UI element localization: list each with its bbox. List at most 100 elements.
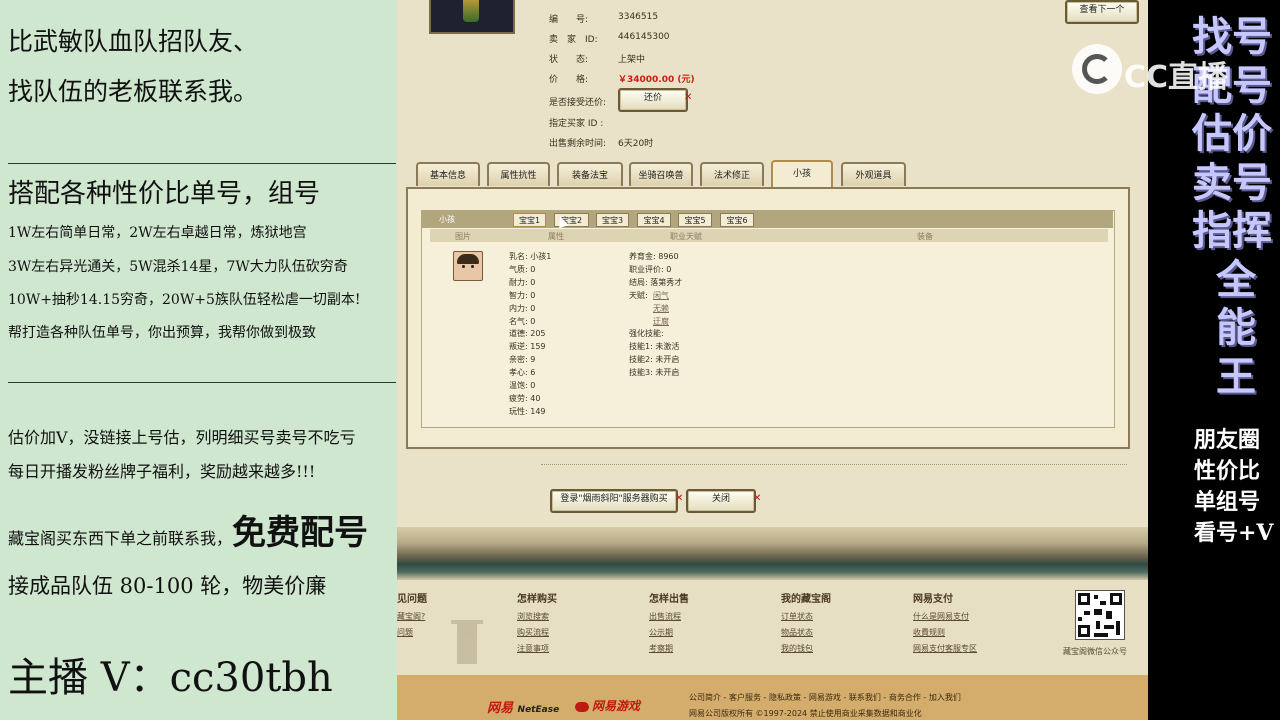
tab-child[interactable]: 小孩 (771, 160, 833, 188)
stat-row: 耐力: 0 (509, 277, 535, 288)
tab-spells[interactable]: 法术修正 (700, 162, 764, 186)
stat-value: 0 (530, 381, 536, 390)
stat-row: 名气: 0 (509, 316, 535, 327)
talent-link[interactable]: 迂腐 (653, 316, 669, 327)
field-label: 价 格: (549, 75, 589, 85)
footer-link[interactable]: 考察期 (649, 643, 673, 654)
stat-key: 孝心 (509, 368, 525, 378)
login-server-buy-button[interactable]: 登录"烟雨斜阳"服务器购买 (550, 489, 678, 513)
right-small-line: 看号+V (1194, 520, 1274, 546)
right-small-line: 朋友圈 (1194, 427, 1261, 453)
stat-key: 智力 (509, 290, 525, 300)
col-header: 职业天赋 (670, 232, 702, 241)
bargain-button[interactable]: 还价 (618, 88, 688, 112)
skill-value: 未开启 (655, 368, 680, 377)
promo-bullet: 10W+抽秒14.15穷奇，20W+5族队伍轻松虐一切副本! (8, 292, 361, 308)
col-header: 图片 (455, 232, 471, 241)
qr-caption: 藏宝阁微信公众号 (1063, 647, 1127, 656)
stat-row: 智力: 0 (509, 290, 535, 301)
promo-bullet: 帮打造各种队伍单号，你出预算，我帮你做到极致 (8, 325, 316, 341)
footer-link[interactable]: 出售流程 (649, 611, 681, 622)
talent-link[interactable]: 闲气 (653, 290, 669, 301)
stat-row: 养育金: 8960 (629, 252, 679, 261)
streamer-side-panel: 找号 配号 估价 卖号 指挥全能王 朋友圈 性价比 单组号 看号+V (1148, 0, 1280, 720)
field-label: 出售剩余时间: (549, 139, 607, 149)
stat-value: 0 (530, 316, 536, 326)
netease-games-logo: 网易游戏 (575, 697, 640, 714)
stat-key: 内力 (509, 303, 525, 313)
streamer-contact: 主播 V：cc30tbh (8, 655, 333, 701)
skill-row: 技能1: 未激活 (629, 342, 680, 351)
footer-link[interactable]: 购买流程 (517, 627, 549, 638)
stat-value: 落第秀才 (650, 278, 683, 287)
tab-equipment[interactable]: 装备法宝 (557, 162, 623, 186)
price-value: ￥34000.00 (元) (618, 75, 695, 85)
stat-value: 8960 (658, 252, 679, 261)
footer-link[interactable]: 问题 (397, 627, 413, 638)
footer-link[interactable]: 网易支付客服专区 (913, 643, 977, 654)
field-label: 是否接受还价: (549, 98, 607, 108)
promo-note: 接成品队伍 80-100 轮，物美价廉 (8, 574, 327, 598)
footer-link[interactable]: 注意事项 (517, 643, 549, 654)
footer-heading: 网易支付 (913, 594, 953, 605)
stat-key: 道德 (509, 329, 525, 339)
talent-link[interactable]: 无赖 (653, 303, 669, 314)
footer-link[interactable]: 收費规则 (913, 627, 945, 638)
footer-link[interactable]: 物品状态 (781, 627, 813, 638)
child-table-header: 图片 属性 职业天赋 装备 (430, 229, 1108, 242)
footer (397, 580, 1148, 675)
tab-basic[interactable]: 基本信息 (416, 162, 480, 186)
subtab-baby-4[interactable]: 宝宝4 (637, 213, 671, 227)
subtab-baby-6[interactable]: 宝宝6 (720, 213, 754, 227)
subtab-baby-1[interactable]: 宝宝1 (513, 213, 546, 227)
stat-row: 天赋: (629, 291, 648, 300)
qr-code (1075, 590, 1125, 640)
footer-link[interactable]: 浏览搜索 (517, 611, 549, 622)
close-button[interactable]: 关闭 (686, 489, 756, 513)
stat-key: 叛逆 (509, 342, 525, 352)
footer-link[interactable]: 订单状态 (781, 611, 813, 622)
divider (541, 464, 1127, 465)
skill-row: 技能2: 未开启 (629, 355, 680, 364)
field-value: 446145300 (618, 32, 670, 42)
footer-link[interactable]: 我的钱包 (781, 643, 813, 654)
stat-value: 159 (530, 342, 546, 352)
stat-row: 内力: 0 (509, 303, 535, 314)
tab-attributes[interactable]: 属性抗性 (487, 162, 550, 186)
subtab-baby-3[interactable]: 宝宝3 (596, 213, 629, 227)
promo-line-1: 比武敏队血队招队友、 (8, 27, 259, 56)
field-label: 状 态: (549, 55, 589, 65)
stat-row: 气质: 0 (509, 264, 535, 275)
subtab-baby-5[interactable]: 宝宝5 (678, 213, 712, 227)
promo-note: 估价加V，没链接上号估，列明细买号卖号不吃亏 (8, 428, 356, 447)
stat-value: 149 (530, 406, 546, 416)
tab-appearance[interactable]: 外观道具 (841, 162, 906, 186)
stat-value: 小孩1 (530, 252, 552, 261)
field-value: 上架中 (618, 55, 646, 65)
stat-key: 养育金 (629, 252, 653, 261)
field-label: 卖 家 ID: (549, 35, 598, 45)
footer-link[interactable]: 什么是网易支付 (913, 611, 969, 622)
tab-mounts[interactable]: 坐骑召唤兽 (629, 162, 693, 186)
field-value: 6天20时 (618, 139, 654, 149)
netease-logo-cn: 网易 (487, 701, 514, 716)
stat-value: 6 (530, 368, 536, 378)
netease-logo: 网易 NetEase (487, 697, 559, 716)
footer-link[interactable]: 公示期 (649, 627, 673, 638)
divider (8, 382, 396, 383)
skill-value: 未激活 (655, 342, 680, 351)
footer-links[interactable]: 公司简介 - 客户服务 - 隐私政策 - 网易游戏 - 联系我们 - 商务合作 … (689, 692, 961, 703)
copyright: 网易公司版权所有 ©1997-2024 禁止使用商业采集数据和商业化 (689, 709, 922, 718)
stat-row: 道德: 205 (509, 328, 546, 339)
trade-page: 查看下一个 编 号: 3346515 卖 家 ID: 446145300 状 态… (397, 0, 1148, 720)
stat-value: 40 (530, 393, 541, 403)
footer-heading: 见问题 (397, 594, 427, 605)
promo-line-2: 找队伍的老板联系我。 (8, 77, 259, 106)
footer-link[interactable]: 藏宝阁? (397, 611, 425, 622)
stat-value: 0 (666, 265, 672, 274)
stat-value: 0 (530, 303, 536, 313)
next-listing-button[interactable]: 查看下一个 (1065, 0, 1139, 24)
promo-bullet: 3W左右异光通关，5W混杀14星，7W大力队伍砍穷奇 (8, 259, 348, 275)
right-big-line: 王 (1216, 352, 1256, 400)
promo-note-emphasis: 免费配号 (232, 513, 369, 553)
